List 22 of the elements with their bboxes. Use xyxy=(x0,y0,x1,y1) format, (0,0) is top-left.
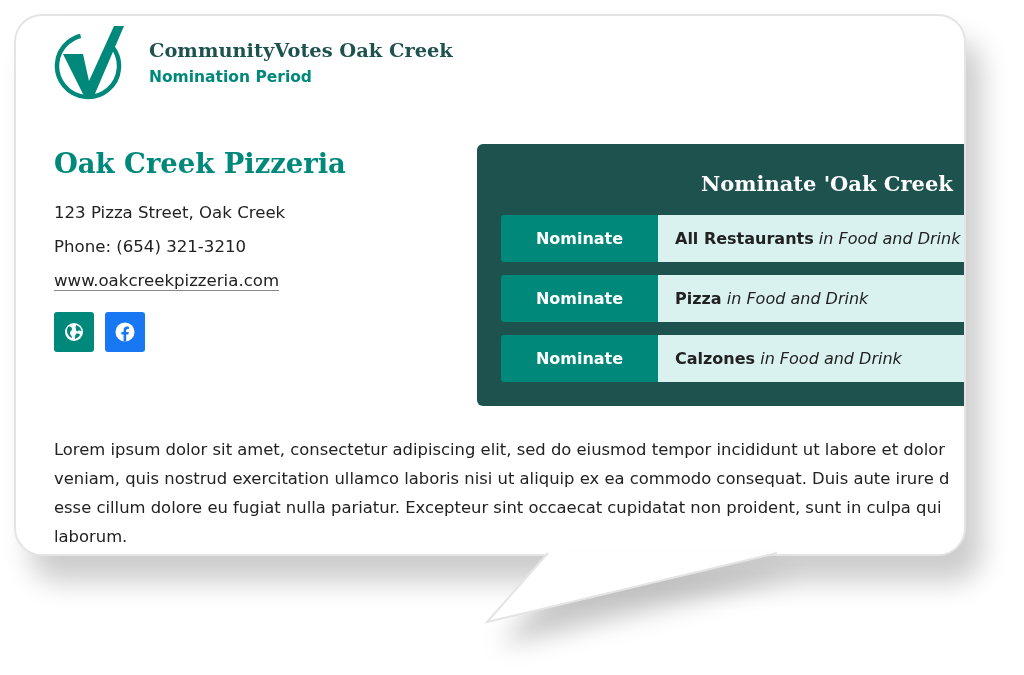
paragraph-line: Lorem ipsum dolor sit amet, consectetur adipiscing elit, sed do eiusmod tempor incididunt ut labore et dolor xyxy=(54,439,946,461)
checkmark-logo-icon xyxy=(54,26,124,100)
paragraph-line: esse cillum dolore eu fugiat nulla pariatur. Excepteur sint occaecat cupidatat non proident, sunt in culpa qui xyxy=(54,497,942,519)
site-subtitle: Nomination Period xyxy=(149,67,312,88)
category-label: Pizza in Food and Drink xyxy=(658,275,964,322)
category-label: Calzones in Food and Drink xyxy=(658,335,964,382)
panel-title: Nominate 'Oak Creek xyxy=(700,170,955,198)
nominate-button[interactable]: Nominate xyxy=(501,275,658,322)
site-title: CommunityVotes Oak Creek xyxy=(149,38,453,64)
nominate-button[interactable]: Nominate xyxy=(501,335,658,382)
nominate-button[interactable]: Nominate xyxy=(501,215,658,262)
paragraph-line: veniam, quis nostrud exercitation ullamco laboris nisi ut aliquip ex ea commodo consequat. Duis aute irure d xyxy=(54,468,950,490)
business-address: 123 Pizza Street, Oak Creek xyxy=(54,202,286,224)
paragraph-line: laborum. xyxy=(54,526,128,548)
website-link[interactable]: www.oakcreekpizzeria.com xyxy=(54,264,280,298)
globe-icon xyxy=(64,322,84,342)
facebook-button[interactable] xyxy=(105,312,145,352)
website-button[interactable] xyxy=(54,312,94,352)
business-phone: Phone: (654) 321-3210 xyxy=(54,236,247,258)
facebook-icon xyxy=(115,322,135,342)
category-label: All Restaurants in Food and Drink xyxy=(658,215,964,262)
business-name: Oak Creek Pizzeria xyxy=(54,146,346,181)
